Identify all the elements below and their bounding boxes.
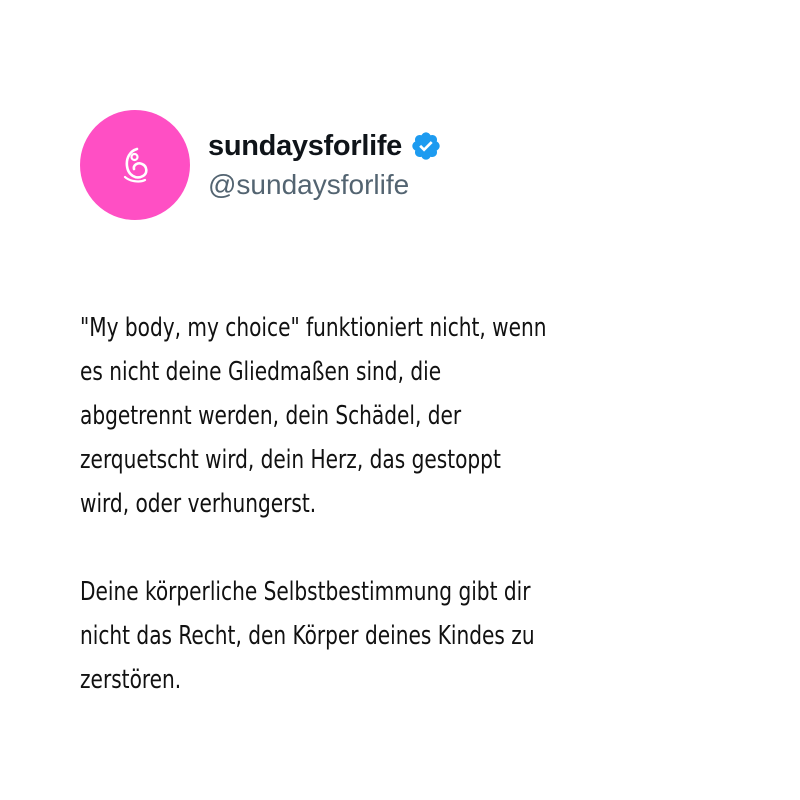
post-header: sundaysforlife @sundaysforlife xyxy=(80,110,442,220)
verified-badge-icon xyxy=(410,130,442,162)
fetus-icon xyxy=(123,147,148,183)
text-line: zerquetscht wird, dein Herz, das gestopp… xyxy=(80,445,501,475)
post-paragraph-2: Deine körperliche Selbstbestimmung gibt … xyxy=(80,570,720,702)
post-paragraph-1: "My body, my choice" funktioniert nicht,… xyxy=(80,306,720,526)
text-line: "My body, my choice" funktioniert nicht,… xyxy=(80,313,547,343)
text-line: Deine körperliche Selbstbestimmung gibt … xyxy=(80,577,531,607)
text-line: abgetrennt werden, dein Schädel, der xyxy=(80,401,462,431)
post-body: "My body, my choice" funktioniert nicht,… xyxy=(80,306,720,702)
avatar[interactable] xyxy=(80,110,190,220)
text-line: nicht das Recht, den Körper deines Kinde… xyxy=(80,621,535,651)
text-line: wird, oder verhungerst. xyxy=(80,489,317,519)
display-name-row: sundaysforlife xyxy=(208,130,442,163)
author-names: sundaysforlife @sundaysforlife xyxy=(208,130,442,201)
display-name[interactable]: sundaysforlife xyxy=(208,130,402,163)
user-handle[interactable]: @sundaysforlife xyxy=(208,169,442,201)
text-line: zerstören. xyxy=(80,665,182,695)
post-card: sundaysforlife @sundaysforlife "My body,… xyxy=(0,0,800,800)
text-line: es nicht deine Gliedmaßen sind, die xyxy=(80,357,442,387)
